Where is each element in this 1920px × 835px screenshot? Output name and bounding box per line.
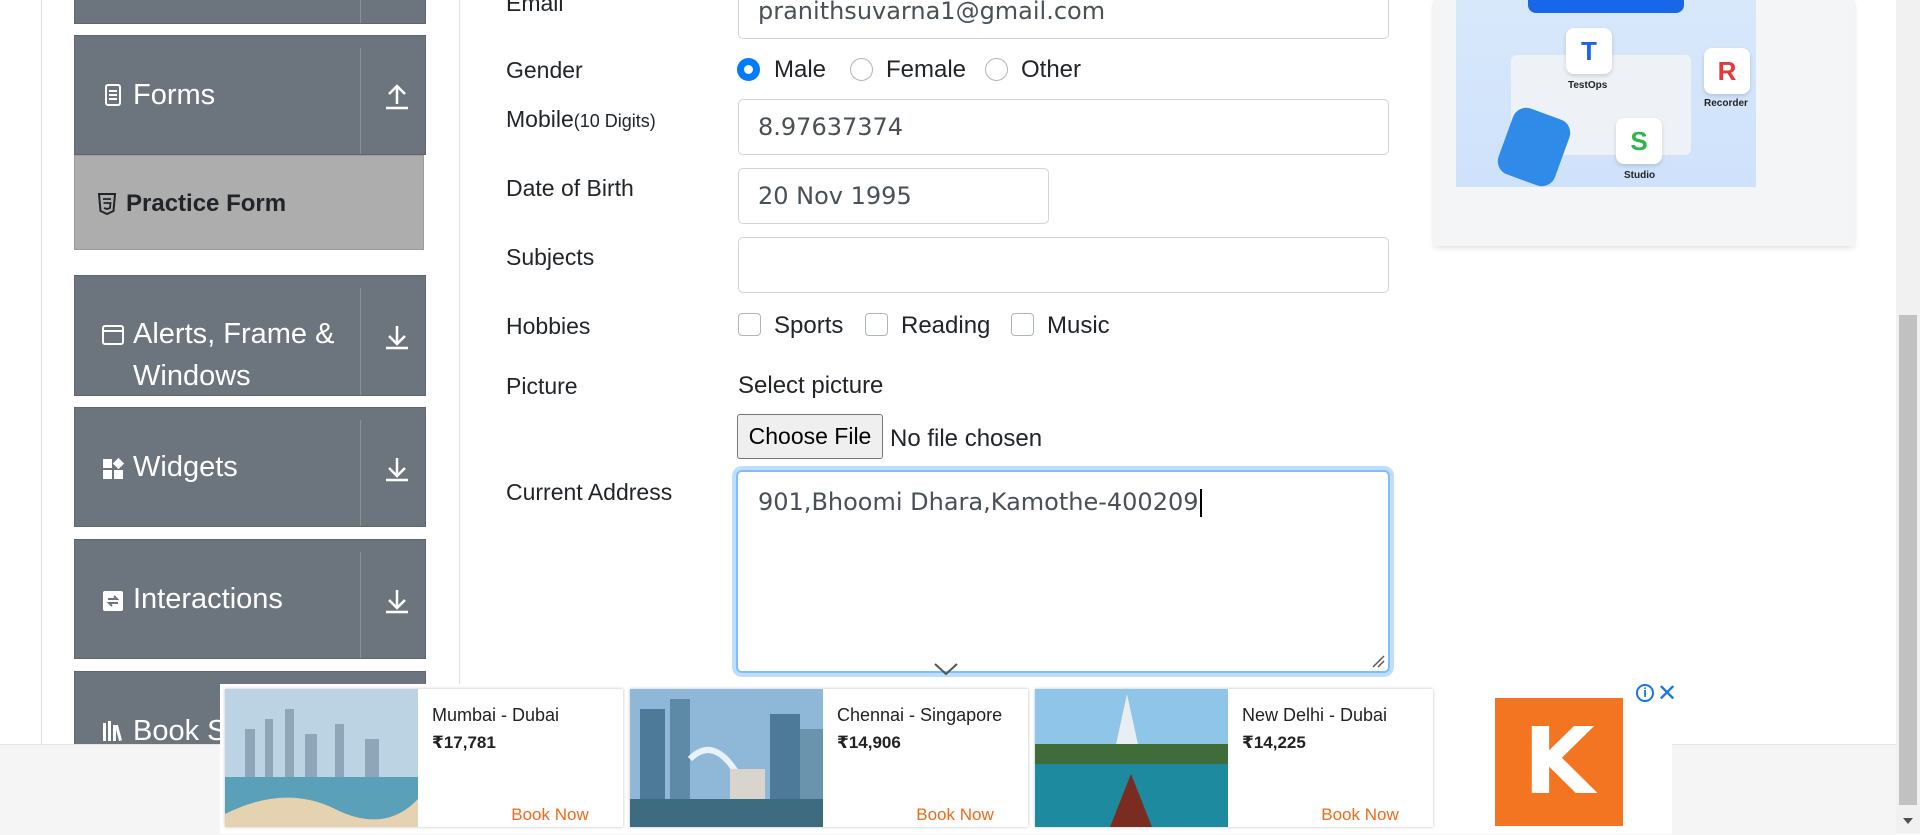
group-divider <box>360 288 361 395</box>
sidebar-border-left <box>41 0 42 744</box>
email-field[interactable]: pranithsuvarna1@gmail.com <box>738 0 1389 39</box>
ad-price: ₹17,781 <box>432 733 496 752</box>
sidebar-group-interactions[interactable]: Interactions <box>74 539 426 659</box>
email-label: Email <box>506 0 564 16</box>
sidebar-group-label: Widgets <box>133 451 238 483</box>
subjects-input[interactable] <box>738 237 1389 293</box>
ad-cta-button[interactable] <box>1528 0 1684 13</box>
current-address-label: Current Address <box>506 479 673 505</box>
testops-label: TestOps <box>1568 80 1608 91</box>
dubai-skyline-image <box>225 689 418 827</box>
form-icon <box>105 84 121 106</box>
side-ad-card[interactable]: T TestOps R Recorder S Studio <box>1434 0 1854 246</box>
ad-card-chennai-singapore[interactable]: Chennai - Singapore ₹14,906 Book Now <box>630 689 1028 827</box>
gender-female-label[interactable]: Female <box>886 56 966 84</box>
group-divider <box>360 48 361 154</box>
gender-other-radio[interactable] <box>985 58 1008 81</box>
sidebar-group-forms[interactable]: Forms <box>74 35 426 155</box>
book-now-link[interactable]: Book Now <box>890 805 1020 825</box>
sidebar-item-practice-form[interactable]: Practice Form <box>74 155 424 250</box>
dob-input[interactable]: 20 Nov 1995 <box>738 168 1049 224</box>
address-text: 901,Bhoomi Dhara,Kamothe-400209 <box>758 488 1199 516</box>
dob-label: Date of Birth <box>506 175 634 201</box>
html5-icon <box>97 193 117 215</box>
interactions-icon <box>103 591 123 611</box>
close-icon[interactable]: ✕ <box>1657 679 1677 708</box>
gender-label: Gender <box>506 57 583 83</box>
gender-female-radio[interactable] <box>850 58 873 81</box>
ad-price: ₹14,906 <box>837 733 901 752</box>
scroll-down-arrow-icon[interactable] <box>1901 816 1915 826</box>
current-address-textarea[interactable]: 901,Bhoomi Dhara,Kamothe-400209 <box>736 470 1390 673</box>
ad-card-newdelhi-dubai[interactable]: New Delhi - Dubai ₹14,225 Book Now <box>1035 689 1433 827</box>
ad-card-mumbai-dubai[interactable]: Mumbai - Dubai ₹17,781 Book Now <box>225 689 623 827</box>
burj-al-arab-image <box>1035 689 1228 827</box>
hobby-music-label[interactable]: Music <box>1047 312 1110 340</box>
subjects-label: Subjects <box>506 244 595 270</box>
testops-logo: T <box>1566 28 1612 74</box>
hobby-sports-label[interactable]: Sports <box>774 312 843 340</box>
books-icon <box>103 721 123 741</box>
group-divider <box>360 552 361 658</box>
group-divider <box>360 420 361 526</box>
gender-other-label[interactable]: Other <box>1021 56 1081 84</box>
download-arrow-icon[interactable] <box>383 586 411 614</box>
download-arrow-icon[interactable] <box>383 322 411 350</box>
text-caret <box>1199 489 1202 517</box>
sidebar-group-label-line2: Windows <box>133 360 251 392</box>
file-status: No file chosen <box>890 425 1043 452</box>
download-arrow-icon[interactable] <box>383 454 411 482</box>
mobile-field[interactable]: 8.97637374 <box>738 99 1389 155</box>
sidebar-group-label: Interactions <box>133 583 283 615</box>
hobby-sports-checkbox[interactable] <box>738 313 761 336</box>
sidebar-group-widgets[interactable]: Widgets <box>74 407 426 527</box>
bottom-ad-banner[interactable]: Mumbai - Dubai ₹17,781 Book Now Chennai … <box>220 680 1677 834</box>
mobile-label-text: Mobile <box>506 106 574 132</box>
studio-logo: S <box>1616 118 1662 164</box>
resize-handle-icon[interactable] <box>1371 654 1385 668</box>
ad-price: ₹14,225 <box>1242 733 1306 752</box>
recorder-logo: R <box>1704 48 1750 94</box>
sidebar-border-right <box>459 0 460 744</box>
ad-route: Mumbai - Dubai <box>432 705 560 725</box>
kayak-logo[interactable]: K <box>1495 698 1623 826</box>
ad-route: New Delhi - Dubai <box>1242 705 1388 725</box>
sidebar-item-label: Practice Form <box>126 190 287 217</box>
picture-label: Picture <box>506 373 578 399</box>
sidebar-group-label: Forms <box>133 79 216 111</box>
singapore-merlion-image <box>630 689 823 827</box>
upload-arrow-icon[interactable] <box>383 82 411 110</box>
mobile-label: Mobile(10 Digits) <box>506 106 656 133</box>
hobby-reading-label[interactable]: Reading <box>901 312 990 340</box>
gender-male-radio[interactable] <box>737 58 760 81</box>
sidebar-group-elements[interactable] <box>74 0 426 24</box>
recorder-label: Recorder <box>1704 98 1748 109</box>
group-divider <box>360 0 361 23</box>
ad-info-icon[interactable]: i <box>1636 684 1654 702</box>
sidebar-group-alerts-frame-windows[interactable]: Alerts, Frame & Windows <box>74 275 426 396</box>
ad-illustration: T TestOps R Recorder S Studio <box>1456 0 1756 191</box>
hobby-reading-checkbox[interactable] <box>865 313 888 336</box>
ad-route: Chennai - Singapore <box>837 705 1003 725</box>
book-now-link[interactable]: Book Now <box>1295 805 1425 825</box>
sidebar-group-label: Alerts, Frame & <box>133 318 335 350</box>
hobby-music-checkbox[interactable] <box>1011 313 1034 336</box>
window-icon <box>102 325 124 345</box>
book-now-link[interactable]: Book Now <box>485 805 615 825</box>
studio-label: Studio <box>1624 170 1656 181</box>
gender-male-label[interactable]: Male <box>774 56 826 84</box>
select-picture-label: Select picture <box>738 372 884 399</box>
chevron-down-icon[interactable] <box>932 661 960 677</box>
scrollbar-thumb[interactable] <box>1899 315 1917 805</box>
hobbies-label: Hobbies <box>506 313 591 339</box>
mobile-hint: (10 Digits) <box>573 111 656 131</box>
choose-file-button[interactable]: Choose File <box>737 414 883 459</box>
widgets-icon <box>103 458 124 479</box>
